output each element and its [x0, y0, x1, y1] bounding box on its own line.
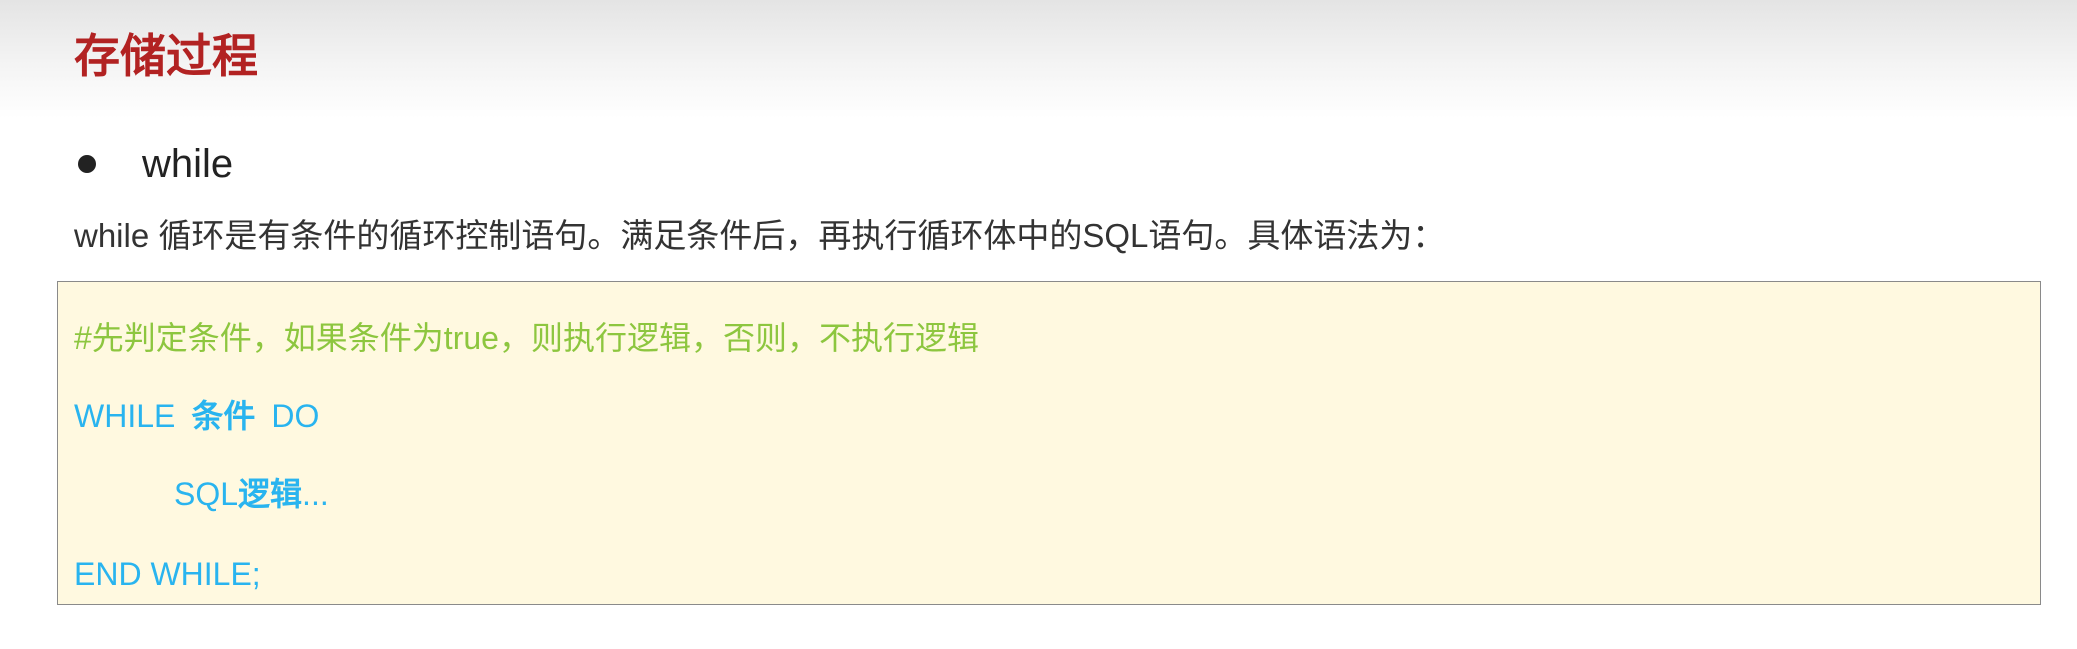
description-text: while 循环是有条件的循环控制语句。满足条件后，再执行循环体中的SQL语句。…: [74, 217, 1446, 254]
code-block: #先判定条件，如果条件为true，则执行逻辑，否则，不执行逻辑 WHILE 条件 D…: [57, 281, 2041, 605]
body-logic: 逻辑: [238, 476, 303, 512]
while-keyword: WHILE: [74, 398, 176, 434]
bullet-text: while: [142, 142, 234, 186]
body-sql: SQL: [174, 476, 239, 512]
code-while-line: WHILE 条件 DO: [74, 394, 319, 438]
page-title: 存储过程: [74, 30, 258, 82]
bullet-dot-icon: [78, 155, 96, 173]
code-end-line: END WHILE;: [74, 556, 261, 592]
do-keyword: DO: [271, 398, 320, 434]
body-ellipsis: ...: [302, 476, 329, 512]
header-band: [0, 0, 2077, 118]
code-body-line: SQL逻辑...: [174, 472, 329, 516]
code-comment: #先判定条件，如果条件为true，则执行逻辑，否则，不执行逻辑: [74, 320, 979, 356]
condition-placeholder: 条件: [191, 398, 256, 434]
bullet-item: while: [74, 136, 233, 192]
